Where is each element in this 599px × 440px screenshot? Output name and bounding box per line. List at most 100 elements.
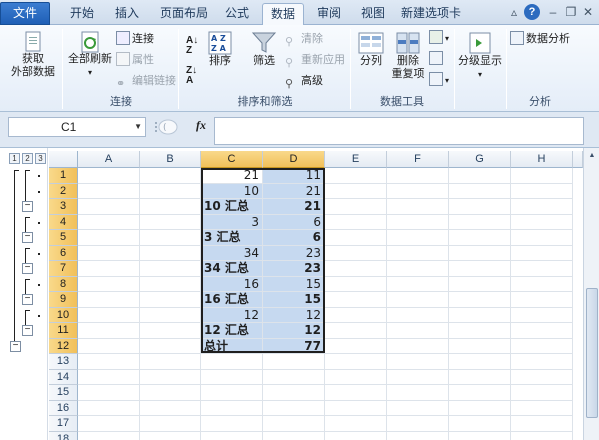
cell-f4[interactable] [387, 214, 449, 230]
cell-f5[interactable] [387, 230, 449, 246]
column-header-partial[interactable] [573, 151, 583, 168]
cell-c6[interactable]: 34 [201, 245, 263, 261]
collapse-group-button[interactable]: − [22, 201, 33, 212]
column-header-a[interactable]: A [78, 151, 140, 168]
cell-h10[interactable] [511, 307, 573, 323]
collapse-group-button[interactable]: − [22, 325, 33, 336]
consolidate-button[interactable] [429, 51, 445, 65]
cell-a7[interactable] [78, 261, 140, 277]
cell-g11[interactable] [449, 323, 511, 339]
cell-e16[interactable] [325, 400, 387, 416]
minimize-ribbon-icon[interactable]: ▵ [506, 4, 522, 20]
row-header-12[interactable]: 12 [49, 338, 78, 354]
cell-a10[interactable] [78, 307, 140, 323]
advanced-button[interactable]: ⚲ 高级 [285, 72, 323, 91]
cell-c3[interactable]: 10 汇总 [201, 199, 263, 215]
cell-a16[interactable] [78, 400, 140, 416]
row-header-2[interactable]: 2 [49, 183, 78, 199]
cell-a9[interactable] [78, 292, 140, 308]
cell-b14[interactable] [140, 369, 201, 385]
cell-e13[interactable] [325, 354, 387, 370]
help-icon[interactable]: ? [524, 4, 540, 20]
row-header-14[interactable]: 14 [49, 369, 78, 385]
cell-f3[interactable] [387, 199, 449, 215]
cell-a6[interactable] [78, 245, 140, 261]
row-header-10[interactable]: 10 [49, 307, 78, 323]
cell-a5[interactable] [78, 230, 140, 246]
cell-g8[interactable] [449, 276, 511, 292]
sort-descending-button[interactable]: Z↓ A [186, 66, 197, 86]
row-header-13[interactable]: 13 [49, 354, 78, 370]
sort-ascending-button[interactable]: A↓ Z [186, 36, 198, 56]
cell-a13[interactable] [78, 354, 140, 370]
row-header-4[interactable]: 4 [49, 214, 78, 230]
cell-h14[interactable] [511, 369, 573, 385]
properties-button[interactable]: 属性 [116, 51, 154, 67]
collapse-group-button[interactable]: − [22, 294, 33, 305]
column-header-g[interactable]: G [449, 151, 511, 168]
cell-a12[interactable] [78, 338, 140, 354]
cell-c18[interactable] [201, 431, 263, 440]
cell-c7[interactable]: 34 汇总 [201, 261, 263, 277]
cell-e11[interactable] [325, 323, 387, 339]
cell-a8[interactable] [78, 276, 140, 292]
sort-button[interactable]: A ZZ A 排序 [203, 31, 237, 68]
cell-c2[interactable]: 10 [201, 183, 263, 199]
refresh-all-button[interactable]: 全部刷新 ▾ [66, 31, 114, 79]
cell-d13[interactable] [263, 354, 325, 370]
cell-g7[interactable] [449, 261, 511, 277]
cell-e17[interactable] [325, 416, 387, 432]
cell-a15[interactable] [78, 385, 140, 401]
tab-page-layout[interactable]: 页面布局 [156, 3, 212, 25]
cell-h1[interactable] [511, 168, 573, 184]
vertical-scrollbar[interactable]: ▲ [583, 148, 599, 440]
clear-button[interactable]: ⚲ 清除 [285, 30, 323, 49]
cell-g10[interactable] [449, 307, 511, 323]
outline-level-3-button[interactable]: 3 [35, 153, 46, 164]
cell-e5[interactable] [325, 230, 387, 246]
cell-e4[interactable] [325, 214, 387, 230]
cell-b5[interactable] [140, 230, 201, 246]
cell-e8[interactable] [325, 276, 387, 292]
column-header-b[interactable]: B [140, 151, 201, 168]
scroll-up-icon[interactable]: ▲ [586, 150, 598, 162]
cell-e7[interactable] [325, 261, 387, 277]
cell-e14[interactable] [325, 369, 387, 385]
column-header-f[interactable]: F [387, 151, 449, 168]
cell-a18[interactable] [78, 431, 140, 440]
cell-a2[interactable] [78, 183, 140, 199]
cell-c15[interactable] [201, 385, 263, 401]
cell-h3[interactable] [511, 199, 573, 215]
tab-formulas[interactable]: 公式 [218, 3, 256, 25]
cell-b4[interactable] [140, 214, 201, 230]
row-header-15[interactable]: 15 [49, 385, 78, 401]
cell-f11[interactable] [387, 323, 449, 339]
row-header-16[interactable]: 16 [49, 400, 78, 416]
cell-g2[interactable] [449, 183, 511, 199]
cell-h2[interactable] [511, 183, 573, 199]
cell-h13[interactable] [511, 354, 573, 370]
tab-new-tab[interactable]: 新建选项卡 [398, 3, 464, 25]
cell-f7[interactable] [387, 261, 449, 277]
cell-e9[interactable] [325, 292, 387, 308]
cell-e2[interactable] [325, 183, 387, 199]
connections-button[interactable]: 连接 [116, 30, 154, 46]
cell-h15[interactable] [511, 385, 573, 401]
cell-f15[interactable] [387, 385, 449, 401]
cell-b15[interactable] [140, 385, 201, 401]
cell-c4[interactable]: 3 [201, 214, 263, 230]
cell-e6[interactable] [325, 245, 387, 261]
edit-links-button[interactable]: ⚭ 编辑链接 [116, 72, 176, 91]
outline-level-2-button[interactable]: 2 [22, 153, 33, 164]
column-header-c[interactable]: C [201, 151, 263, 168]
cell-g14[interactable] [449, 369, 511, 385]
row-header-17[interactable]: 17 [49, 416, 78, 432]
collapse-group-button[interactable]: − [22, 232, 33, 243]
cell-b3[interactable] [140, 199, 201, 215]
row-header-11[interactable]: 11 [49, 323, 78, 339]
cell-d8[interactable]: 15 [263, 276, 325, 292]
cell-c10[interactable]: 12 [201, 307, 263, 323]
cell-a11[interactable] [78, 323, 140, 339]
name-box[interactable]: C1 ▼ [8, 117, 146, 137]
row-header-5[interactable]: 5 [49, 230, 78, 246]
